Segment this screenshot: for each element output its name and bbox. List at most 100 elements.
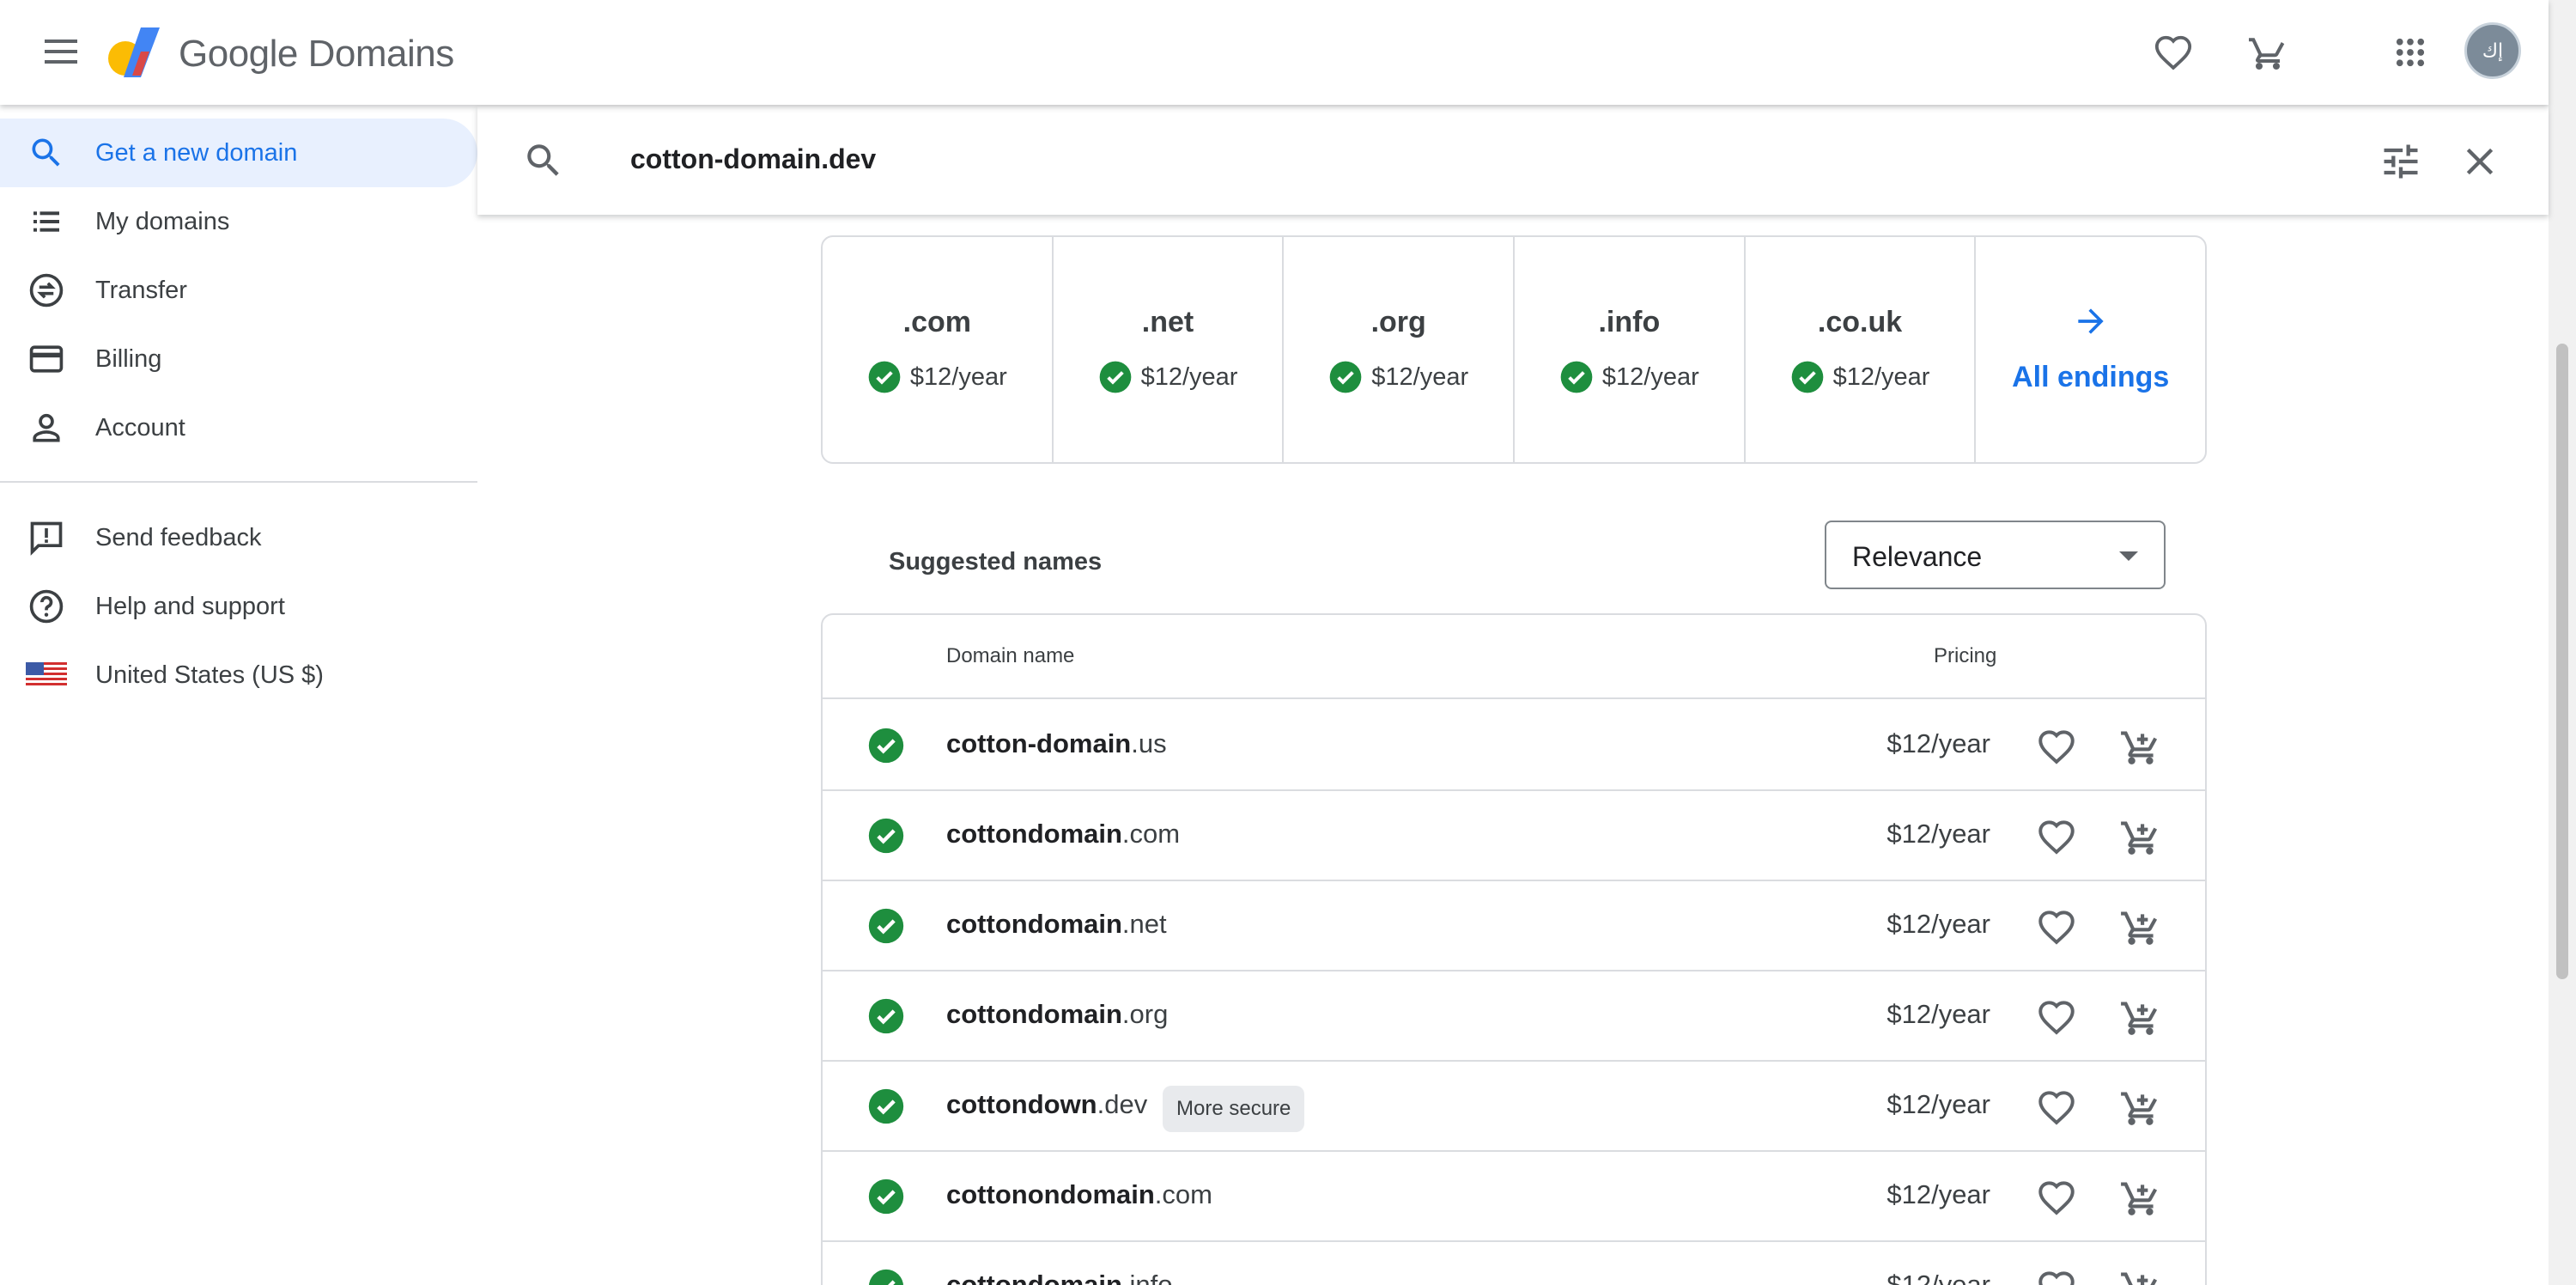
table-row[interactable]: cottondomain.info $12/year — [823, 1242, 2205, 1285]
help-icon — [26, 586, 67, 627]
brand-name[interactable]: Google Domains — [179, 33, 454, 76]
search-bar: cotton-domain.dev — [477, 107, 2549, 215]
domain-sld: cottondomain — [946, 909, 1122, 939]
add-to-cart-icon[interactable] — [2119, 996, 2162, 1038]
table-row[interactable]: cotton-domain.us $12/year — [823, 701, 2205, 791]
sidebar-item-send-feedback[interactable]: Send feedback — [0, 503, 477, 572]
ending-com[interactable]: .com $12/year — [823, 237, 1054, 462]
sidebar-item-label: United States (US $) — [95, 661, 324, 689]
filter-tune-icon[interactable] — [2379, 139, 2423, 184]
close-icon[interactable] — [2458, 139, 2502, 184]
us-flag-icon — [26, 655, 67, 696]
ending-net[interactable]: .net $12/year — [1054, 237, 1285, 462]
sidebar-item-account[interactable]: Account — [0, 393, 477, 462]
add-to-cart-icon[interactable] — [2119, 725, 2162, 768]
available-check-icon — [867, 997, 905, 1035]
add-to-cart-icon[interactable] — [2119, 1086, 2162, 1129]
favorite-heart-icon[interactable] — [2035, 996, 2078, 1038]
domain-tld: .info — [1121, 1270, 1173, 1285]
available-check-icon — [1329, 361, 1362, 393]
domain-price: $12/year — [1886, 1270, 1990, 1285]
ending-org[interactable]: .org $12/year — [1284, 237, 1516, 462]
ending-price: $12/year — [909, 362, 1007, 391]
available-check-icon — [1560, 361, 1593, 393]
available-check-icon — [867, 907, 905, 945]
domain-name[interactable]: cottondomain.net — [946, 909, 1167, 940]
domain-tld: .org — [1121, 999, 1169, 1029]
sidebar-item-get-new-domain[interactable]: Get a new domain — [0, 119, 477, 187]
domain-price: $12/year — [1886, 909, 1990, 939]
sidebar-item-help-support[interactable]: Help and support — [0, 572, 477, 641]
add-to-cart-icon[interactable] — [2119, 905, 2162, 948]
domain-name[interactable]: cottondomain.org — [946, 999, 1168, 1030]
apps-grid-icon[interactable] — [2384, 26, 2437, 79]
available-check-icon — [1099, 361, 1131, 393]
sidebar-item-my-domains[interactable]: My domains — [0, 187, 477, 256]
brand-google: Google — [179, 33, 298, 75]
transfer-icon — [26, 270, 67, 311]
available-check-icon — [867, 1178, 905, 1215]
ending-price: $12/year — [1601, 362, 1699, 391]
table-row[interactable]: cottondomain.org $12/year — [823, 971, 2205, 1062]
favorite-heart-icon[interactable] — [2035, 905, 2078, 948]
available-check-icon — [868, 361, 901, 393]
heart-icon[interactable] — [2147, 26, 2200, 79]
ending-price-row: $12/year — [1054, 360, 1283, 394]
avatar[interactable]: إك — [2464, 22, 2521, 79]
table-row[interactable]: cottondomain.com $12/year — [823, 791, 2205, 881]
menu-icon[interactable] — [34, 31, 89, 74]
domain-tld: .net — [1121, 909, 1167, 939]
domain-tld: .us — [1131, 728, 1167, 758]
ending-tld: .com — [902, 306, 972, 338]
domain-endings-card: .com $12/year .net $12/year .org $12/yea… — [821, 235, 2207, 464]
ending-tld: .info — [1598, 306, 1661, 338]
ending-price: $12/year — [1832, 362, 1930, 391]
column-pricing: Pricing — [1934, 644, 1997, 667]
scrollbar-thumb[interactable] — [2556, 344, 2568, 979]
ending-co-uk[interactable]: .co.uk $12/year — [1746, 237, 1977, 462]
favorite-heart-icon[interactable] — [2035, 815, 2078, 858]
add-to-cart-icon[interactable] — [2119, 1266, 2162, 1285]
search-icon[interactable] — [522, 139, 565, 182]
favorite-heart-icon[interactable] — [2035, 1176, 2078, 1219]
domain-sld: cotton-domain — [946, 728, 1132, 758]
sort-dropdown[interactable]: Relevance — [1825, 521, 2166, 589]
ending-price: $12/year — [1140, 362, 1238, 391]
cart-icon[interactable] — [2241, 26, 2294, 79]
more-secure-chip: More secure — [1163, 1086, 1305, 1132]
table-header: Domain name Pricing — [823, 615, 2205, 699]
feedback-icon — [26, 517, 67, 558]
favorite-heart-icon[interactable] — [2035, 725, 2078, 768]
table-row[interactable]: cottondown.dev More secure $12/year — [823, 1062, 2205, 1152]
ending-info[interactable]: .info $12/year — [1515, 237, 1746, 462]
table-row[interactable]: cottonondomain.com $12/year — [823, 1152, 2205, 1242]
favorite-heart-icon[interactable] — [2035, 1086, 2078, 1129]
table-row[interactable]: cottondomain.net $12/year — [823, 881, 2205, 971]
ending-price-row: $12/year — [823, 360, 1052, 394]
all-endings-link[interactable]: All endings — [1976, 237, 2205, 462]
google-domains-logo[interactable] — [106, 26, 167, 79]
domain-price: $12/year — [1886, 999, 1990, 1029]
domain-price: $12/year — [1886, 1089, 1990, 1119]
favorite-heart-icon[interactable] — [2035, 1266, 2078, 1285]
search-input[interactable]: cotton-domain.dev — [630, 143, 876, 175]
domain-name[interactable]: cottondown.dev — [946, 1089, 1147, 1120]
available-check-icon — [867, 817, 905, 855]
all-endings-label: All endings — [2012, 361, 2170, 393]
domain-name[interactable]: cottonondomain.com — [946, 1179, 1212, 1210]
available-check-icon — [867, 1087, 905, 1125]
ending-price-row: $12/year — [1515, 360, 1744, 394]
search-icon — [26, 132, 67, 174]
sidebar-item-transfer[interactable]: Transfer — [0, 256, 477, 325]
sidebar-item-billing[interactable]: Billing — [0, 325, 477, 393]
sidebar-item-region[interactable]: United States (US $) — [0, 641, 477, 709]
add-to-cart-icon[interactable] — [2119, 1176, 2162, 1219]
add-to-cart-icon[interactable] — [2119, 815, 2162, 858]
ending-tld: .net — [1141, 306, 1194, 338]
domain-name[interactable]: cottondomain.info — [946, 1270, 1173, 1285]
suggested-names-title: Suggested names — [889, 548, 1103, 576]
domain-name[interactable]: cotton-domain.us — [946, 728, 1167, 759]
domain-name[interactable]: cottondomain.com — [946, 819, 1180, 850]
domain-price: $12/year — [1886, 728, 1990, 758]
sidebar-item-label: Account — [95, 413, 185, 442]
